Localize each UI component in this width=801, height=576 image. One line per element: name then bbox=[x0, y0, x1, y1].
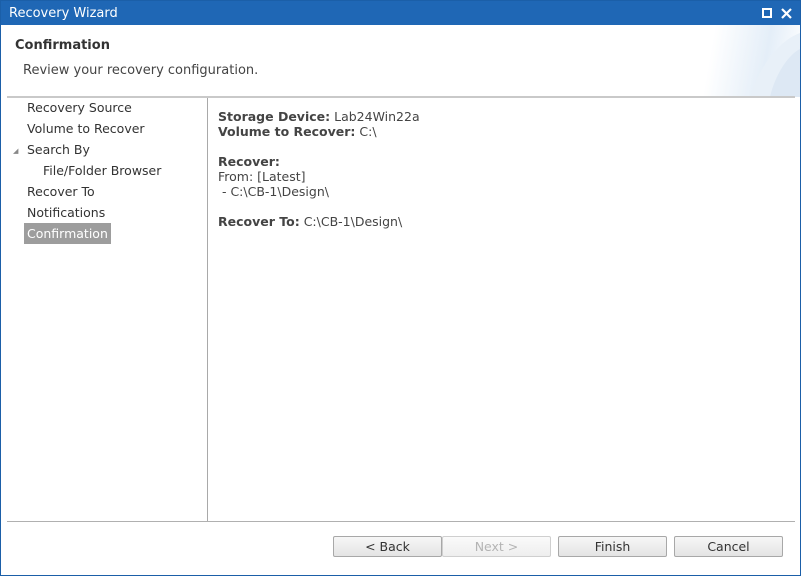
close-button[interactable] bbox=[778, 5, 794, 21]
storage-device-value: Lab24Win22a bbox=[334, 109, 420, 124]
title-bar: Recovery Wizard bbox=[1, 1, 800, 25]
wizard-steps-nav: Recovery Source Volume to Recover ◢ Sear… bbox=[7, 98, 207, 522]
window-title: Recovery Wizard bbox=[9, 6, 118, 21]
nav-item-search-by[interactable]: Search By bbox=[24, 139, 93, 160]
nav-item-confirmation[interactable]: Confirmation bbox=[24, 223, 111, 244]
maximize-icon bbox=[762, 8, 772, 18]
volume-value: C:\ bbox=[359, 124, 377, 139]
maximize-button[interactable] bbox=[759, 5, 775, 21]
volume-row: Volume to Recover: C:\ bbox=[218, 124, 377, 139]
finish-button[interactable]: Finish bbox=[558, 536, 667, 557]
storage-device-row: Storage Device: Lab24Win22a bbox=[218, 109, 420, 124]
cancel-button[interactable]: Cancel bbox=[674, 536, 783, 557]
close-icon bbox=[780, 7, 792, 19]
header-swoosh-decoration bbox=[750, 33, 800, 97]
next-button[interactable]: Next > bbox=[442, 536, 551, 557]
recover-to-row: Recover To: C:\CB-1\Design\ bbox=[218, 214, 402, 229]
recovery-wizard-window: Recovery Wizard Confirmation Review your… bbox=[0, 0, 801, 576]
page-title: Confirmation bbox=[15, 38, 110, 53]
recover-path-line: - C:\CB-1\Design\ bbox=[218, 184, 329, 199]
page-subtitle: Review your recovery configuration. bbox=[23, 63, 259, 78]
nav-item-volume-to-recover[interactable]: Volume to Recover bbox=[24, 118, 148, 139]
footer-divider bbox=[7, 521, 795, 522]
nav-item-notifications[interactable]: Notifications bbox=[24, 202, 108, 223]
back-button[interactable]: < Back bbox=[333, 536, 442, 557]
recover-to-value: C:\CB-1\Design\ bbox=[303, 214, 403, 229]
wizard-header: Confirmation Review your recovery config… bbox=[1, 25, 800, 97]
collapse-triangle-icon[interactable]: ◢ bbox=[13, 147, 18, 155]
recover-from-line: From: [Latest] bbox=[218, 169, 306, 184]
recover-to-label: Recover To: bbox=[218, 214, 300, 229]
nav-item-recover-to[interactable]: Recover To bbox=[24, 181, 98, 202]
recover-label: Recover: bbox=[218, 154, 280, 169]
nav-item-file-folder-browser[interactable]: File/Folder Browser bbox=[40, 160, 164, 181]
storage-device-label: Storage Device: bbox=[218, 109, 331, 124]
nav-divider bbox=[207, 98, 208, 522]
nav-item-recovery-source[interactable]: Recovery Source bbox=[24, 97, 135, 118]
volume-label: Volume to Recover: bbox=[218, 124, 356, 139]
